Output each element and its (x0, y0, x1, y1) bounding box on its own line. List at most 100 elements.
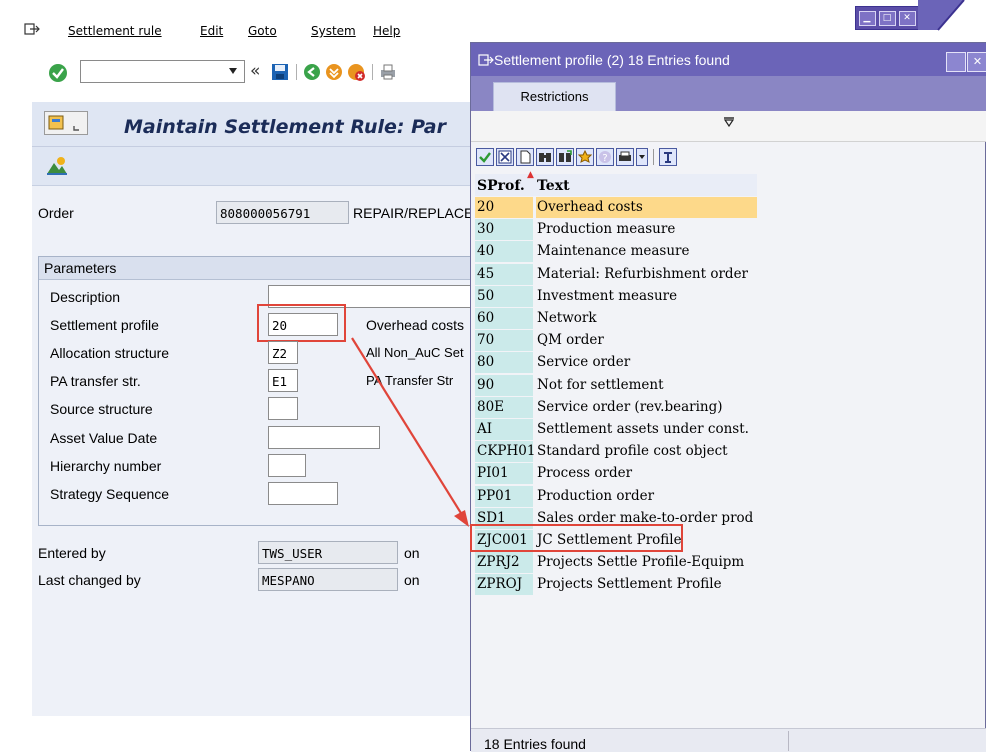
allocation-structure-label: Allocation structure (50, 345, 170, 361)
command-dropdown-icon[interactable] (226, 64, 240, 78)
order-number-field[interactable]: 808000056791 (216, 201, 349, 224)
mountain-icon[interactable] (46, 155, 68, 177)
sprof-cell: 80 (475, 352, 533, 374)
popup-close-icon[interactable]: ✕ (967, 52, 986, 72)
pa-transfer-label: PA transfer str. (50, 373, 141, 389)
maximize-icon[interactable]: □ (878, 10, 896, 26)
text-cell: Investment measure (537, 287, 678, 304)
sprof-cell: 50 (475, 285, 533, 307)
print-list-icon[interactable] (616, 148, 634, 166)
entered-by-field[interactable]: TWS_USER (258, 541, 398, 564)
application-toolbar (32, 147, 472, 186)
entries-found-status: 18 Entries found (484, 736, 586, 752)
back-arrows-icon[interactable]: « (250, 61, 260, 81)
menu-system[interactable]: System (311, 24, 356, 38)
source-structure-label: Source structure (50, 401, 153, 417)
hierarchy-number-input[interactable] (268, 454, 306, 477)
toolbar-separator (296, 64, 297, 80)
text-cell: Maintenance measure (537, 243, 690, 260)
list-row[interactable]: 20 Overhead costs (475, 197, 757, 218)
menu-settlement-rule[interactable]: Settlement rule (68, 24, 162, 38)
list-row[interactable]: 70 QM order (475, 330, 757, 352)
close-icon[interactable]: ✕ (898, 10, 916, 26)
order-description: REPAIR/REPLACE (353, 205, 474, 221)
sprof-cell: ZPROJ (475, 574, 533, 596)
list-row[interactable]: CKPH01 Standard profile cost object (475, 441, 757, 463)
pa-transfer-input[interactable]: E1 (268, 369, 298, 392)
text-cell: Standard profile cost object (537, 443, 728, 460)
list-row[interactable]: 80E Service order (rev.bearing) (475, 396, 757, 418)
cancel-x-icon[interactable] (496, 148, 514, 166)
svg-text:?: ? (602, 153, 607, 164)
strategy-sequence-input[interactable] (268, 482, 338, 505)
menu-edit[interactable]: Edit (200, 24, 223, 38)
text-cell: Projects Settle Profile-Equipm (537, 554, 745, 571)
minimize-icon[interactable]: ▁ (858, 10, 876, 26)
list-row[interactable]: PP01 Production order (475, 485, 757, 507)
find-next-icon[interactable] (556, 148, 574, 166)
save-icon[interactable] (270, 62, 290, 82)
command-field[interactable] (80, 60, 245, 83)
entered-by-label: Entered by (38, 545, 106, 561)
list-row[interactable]: 80 Service order (475, 352, 757, 374)
text-cell: Material: Refurbishment order (537, 265, 749, 282)
check-icon[interactable] (476, 148, 494, 166)
sprof-cell: PI01 (475, 463, 533, 485)
popup-menu-icon[interactable] (478, 53, 494, 69)
last-changed-field[interactable]: MESPANO (258, 568, 398, 591)
cancel-icon[interactable] (346, 62, 366, 82)
column-sprof[interactable]: SProf. (477, 178, 525, 194)
annotation-arrow-icon (351, 337, 469, 527)
print-icon[interactable] (378, 62, 398, 82)
print-dropdown-icon[interactable] (636, 148, 648, 166)
list-row[interactable]: 30 Production measure (475, 219, 757, 241)
sprof-cell: PP01 (475, 485, 533, 507)
back-icon[interactable] (302, 62, 322, 82)
settlement-profile-highlight (257, 304, 346, 342)
sprof-cell: 20 (475, 197, 533, 218)
enter-icon[interactable] (48, 63, 68, 83)
screen-menu-icon[interactable] (44, 111, 88, 135)
last-changed-on-label: on (404, 572, 420, 588)
menu-arrow-icon[interactable] (24, 22, 40, 38)
text-cell: Projects Settlement Profile (537, 576, 722, 593)
find-icon[interactable] (536, 148, 554, 166)
window-controls: ▁ □ ✕ (855, 6, 919, 30)
text-cell: Production order (537, 487, 655, 504)
list-row[interactable]: ZPROJ Projects Settlement Profile (475, 574, 757, 596)
sprof-cell: 90 (475, 374, 533, 396)
expand-restrictions-icon[interactable] (722, 115, 736, 129)
sprof-cell: 40 (475, 241, 533, 263)
popup-title: Settlement profile (2) 18 Entries found (494, 52, 730, 68)
sprof-cell: 80E (475, 396, 533, 418)
last-changed-label: Last changed by (38, 572, 141, 588)
list-row[interactable]: 90 Not for settlement (475, 374, 757, 396)
parameters-header: Parameters (44, 260, 117, 276)
sprof-cell: 60 (475, 308, 533, 329)
allocation-structure-input[interactable]: Z2 (268, 341, 298, 364)
menu-goto[interactable]: Goto (248, 24, 277, 38)
list-row[interactable]: PI01 Process order (475, 463, 757, 485)
column-text[interactable]: Text (537, 178, 570, 194)
menu-help[interactable]: Help (373, 24, 400, 38)
tab-restrictions[interactable]: Restrictions (493, 82, 616, 111)
list-row[interactable]: ZPRJ2 Projects Settle Profile-Equipm (475, 552, 757, 574)
exit-icon[interactable] (324, 62, 344, 82)
asset-value-date-label: Asset Value Date (50, 430, 158, 446)
order-label: Order (38, 205, 74, 221)
top-cutoff-strip (0, 0, 986, 12)
list-row[interactable]: 60 Network (475, 308, 757, 329)
popup-minimize-icon[interactable] (946, 52, 966, 72)
sprof-cell: AI (475, 419, 533, 440)
strategy-sequence-label: Strategy Sequence (50, 486, 170, 502)
list-row[interactable]: 40 Maintenance measure (475, 241, 757, 263)
new-document-icon[interactable] (516, 148, 534, 166)
help-icon[interactable]: ? (596, 148, 614, 166)
list-row[interactable]: 50 Investment measure (475, 285, 757, 307)
source-structure-input[interactable] (268, 397, 298, 420)
personal-settings-icon[interactable] (659, 148, 677, 166)
favorites-add-icon[interactable] (576, 148, 594, 166)
list-row[interactable]: 45 Material: Refurbishment order (475, 263, 757, 285)
list-row[interactable]: AI Settlement assets under const. (475, 419, 757, 440)
title-bar-corner (918, 0, 965, 31)
